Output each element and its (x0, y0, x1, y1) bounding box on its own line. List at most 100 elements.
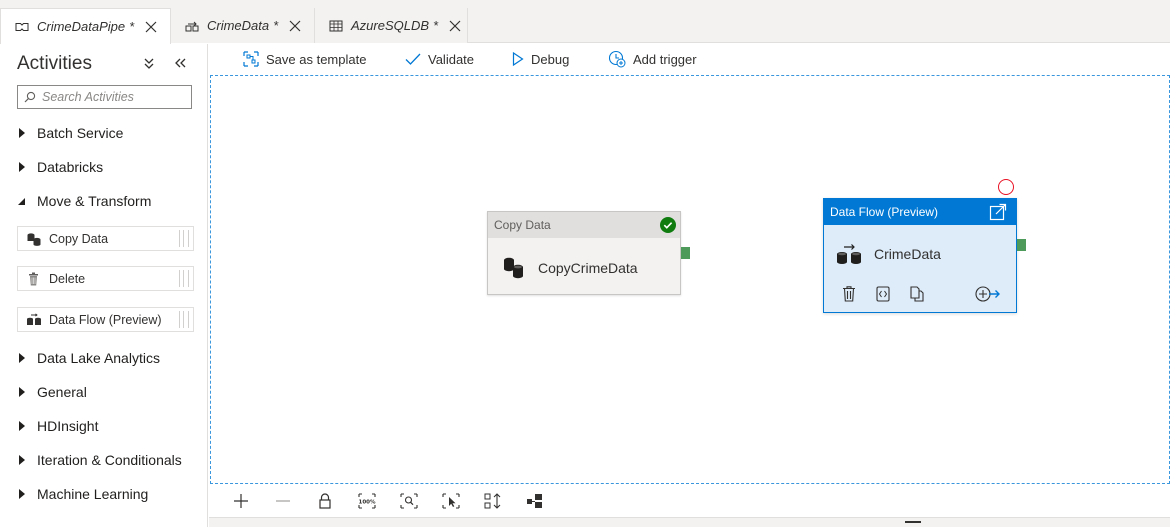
activities-panel: Activities Batch Service Databricks Move… (0, 44, 208, 527)
drag-handle-icon[interactable] (179, 230, 189, 247)
svg-text:100%: 100% (359, 500, 376, 506)
category-label: Batch Service (37, 125, 124, 141)
caret-right-icon (17, 128, 27, 138)
save-as-template-button[interactable]: Save as template (243, 49, 366, 69)
search-activities-field[interactable] (17, 85, 192, 109)
category-label: HDInsight (37, 418, 99, 434)
button-label: Validate (428, 51, 475, 67)
tab-label: AzureSQLDB (351, 18, 430, 33)
tab-azuresqldb[interactable]: AzureSQLDB * (315, 8, 468, 43)
auto-align-icon[interactable] (483, 491, 503, 511)
node-name: CrimeData (874, 246, 941, 262)
close-icon[interactable] (448, 19, 462, 33)
output-port-handle[interactable] (1017, 239, 1026, 251)
button-label: Debug (531, 51, 570, 67)
activity-label: Delete (49, 271, 86, 286)
pipeline-canvas[interactable] (210, 75, 1170, 484)
delete-node-icon[interactable] (841, 285, 857, 303)
tab-modified-marker: * (273, 18, 279, 33)
close-icon[interactable] (144, 20, 158, 34)
activity-copy-data[interactable]: Copy Data (17, 226, 194, 251)
zoom-out-icon[interactable] (273, 491, 293, 511)
pipeline-toolbar: Save as template Validate Debug Add trig… (209, 44, 1170, 74)
tab-label: CrimeData (207, 18, 270, 33)
caret-down-icon (17, 196, 27, 206)
output-panel-strip (209, 517, 1170, 527)
trigger-clock-icon (608, 50, 626, 68)
data-flow-activity-node[interactable]: Data Flow (Preview) CrimeData (823, 198, 1017, 313)
category-general[interactable]: General (17, 381, 87, 403)
caret-right-icon (17, 421, 27, 431)
open-external-icon[interactable] (989, 203, 1007, 221)
debug-button[interactable]: Debug (512, 49, 569, 69)
layout-icon[interactable] (525, 491, 545, 511)
drag-handle-icon[interactable] (179, 311, 189, 328)
category-hdinsight[interactable]: HDInsight (17, 415, 98, 437)
category-machine-learning[interactable]: Machine Learning (17, 483, 148, 505)
zoom-100-icon[interactable]: 100% (357, 491, 377, 511)
category-label: Iteration & Conditionals (37, 452, 182, 468)
search-input[interactable] (42, 90, 182, 104)
dataflow-icon (836, 243, 862, 265)
caret-right-icon (17, 489, 27, 499)
zoom-to-fit-icon[interactable] (399, 491, 419, 511)
category-label: Machine Learning (37, 486, 149, 502)
drag-handle-icon[interactable] (179, 270, 189, 287)
clone-node-icon[interactable] (909, 285, 925, 303)
collapse-all-icon[interactable] (142, 56, 156, 70)
category-move-transform[interactable]: Move & Transform (17, 190, 151, 212)
close-icon[interactable] (288, 19, 302, 33)
template-icon (243, 51, 259, 67)
panel-resize-handle[interactable] (905, 521, 921, 523)
dataflow-icon (185, 19, 199, 33)
node-name: CopyCrimeData (538, 260, 638, 276)
caret-right-icon (17, 353, 27, 363)
category-data-lake-analytics[interactable]: Data Lake Analytics (17, 347, 160, 369)
lock-icon[interactable] (315, 491, 335, 511)
hide-panel-icon[interactable] (172, 56, 188, 70)
view-code-icon[interactable] (875, 285, 891, 303)
activity-label: Data Flow (Preview) (49, 312, 162, 327)
activity-data-flow[interactable]: Data Flow (Preview) (17, 307, 194, 332)
category-label: Data Lake Analytics (37, 350, 160, 366)
category-batch-service[interactable]: Batch Service (17, 122, 123, 144)
tab-modified-marker: * (433, 18, 439, 33)
status-indicator-circle (998, 179, 1014, 195)
node-header: Data Flow (Preview) (824, 199, 1016, 225)
trash-icon (26, 272, 42, 286)
checkmark-icon (405, 52, 421, 66)
node-header: Copy Data (488, 212, 680, 238)
category-iteration-conditionals[interactable]: Iteration & Conditionals (17, 449, 182, 471)
add-output-connection-icon[interactable] (975, 285, 1001, 303)
add-trigger-button[interactable]: Add trigger (608, 49, 697, 69)
output-port-handle[interactable] (681, 247, 690, 259)
activities-title: Activities (17, 53, 92, 74)
table-icon (329, 19, 343, 33)
tab-label: CrimeDataPipe (37, 19, 126, 34)
dataflow-icon (26, 312, 42, 327)
tab-crimedata[interactable]: CrimeData * (171, 8, 315, 43)
canvas-control-toolbar: 100% (209, 485, 1170, 517)
copy-data-activity-node[interactable]: Copy Data CopyCrimeData (487, 211, 681, 295)
activity-label: Copy Data (49, 231, 109, 246)
multi-select-icon[interactable] (441, 491, 461, 511)
pipeline-icon (15, 20, 29, 34)
button-label: Save as template (266, 51, 367, 67)
copy-data-icon (502, 256, 526, 280)
category-label: Move & Transform (37, 193, 152, 209)
caret-right-icon (17, 162, 27, 172)
tab-crimedatapipe[interactable]: CrimeDataPipe * (0, 8, 171, 44)
document-tab-bar: CrimeDataPipe * CrimeData * AzureSQLDB * (0, 0, 1170, 44)
caret-right-icon (17, 387, 27, 397)
tab-modified-marker: * (129, 19, 135, 34)
category-databricks[interactable]: Databricks (17, 156, 103, 178)
play-icon (512, 52, 524, 66)
zoom-in-icon[interactable] (231, 491, 251, 511)
search-icon (24, 91, 36, 103)
button-label: Add trigger (633, 51, 697, 67)
copy-data-icon (26, 232, 42, 246)
caret-right-icon (17, 455, 27, 465)
activity-delete[interactable]: Delete (17, 266, 194, 291)
validate-button[interactable]: Validate (405, 49, 474, 69)
success-check-icon (660, 217, 676, 233)
